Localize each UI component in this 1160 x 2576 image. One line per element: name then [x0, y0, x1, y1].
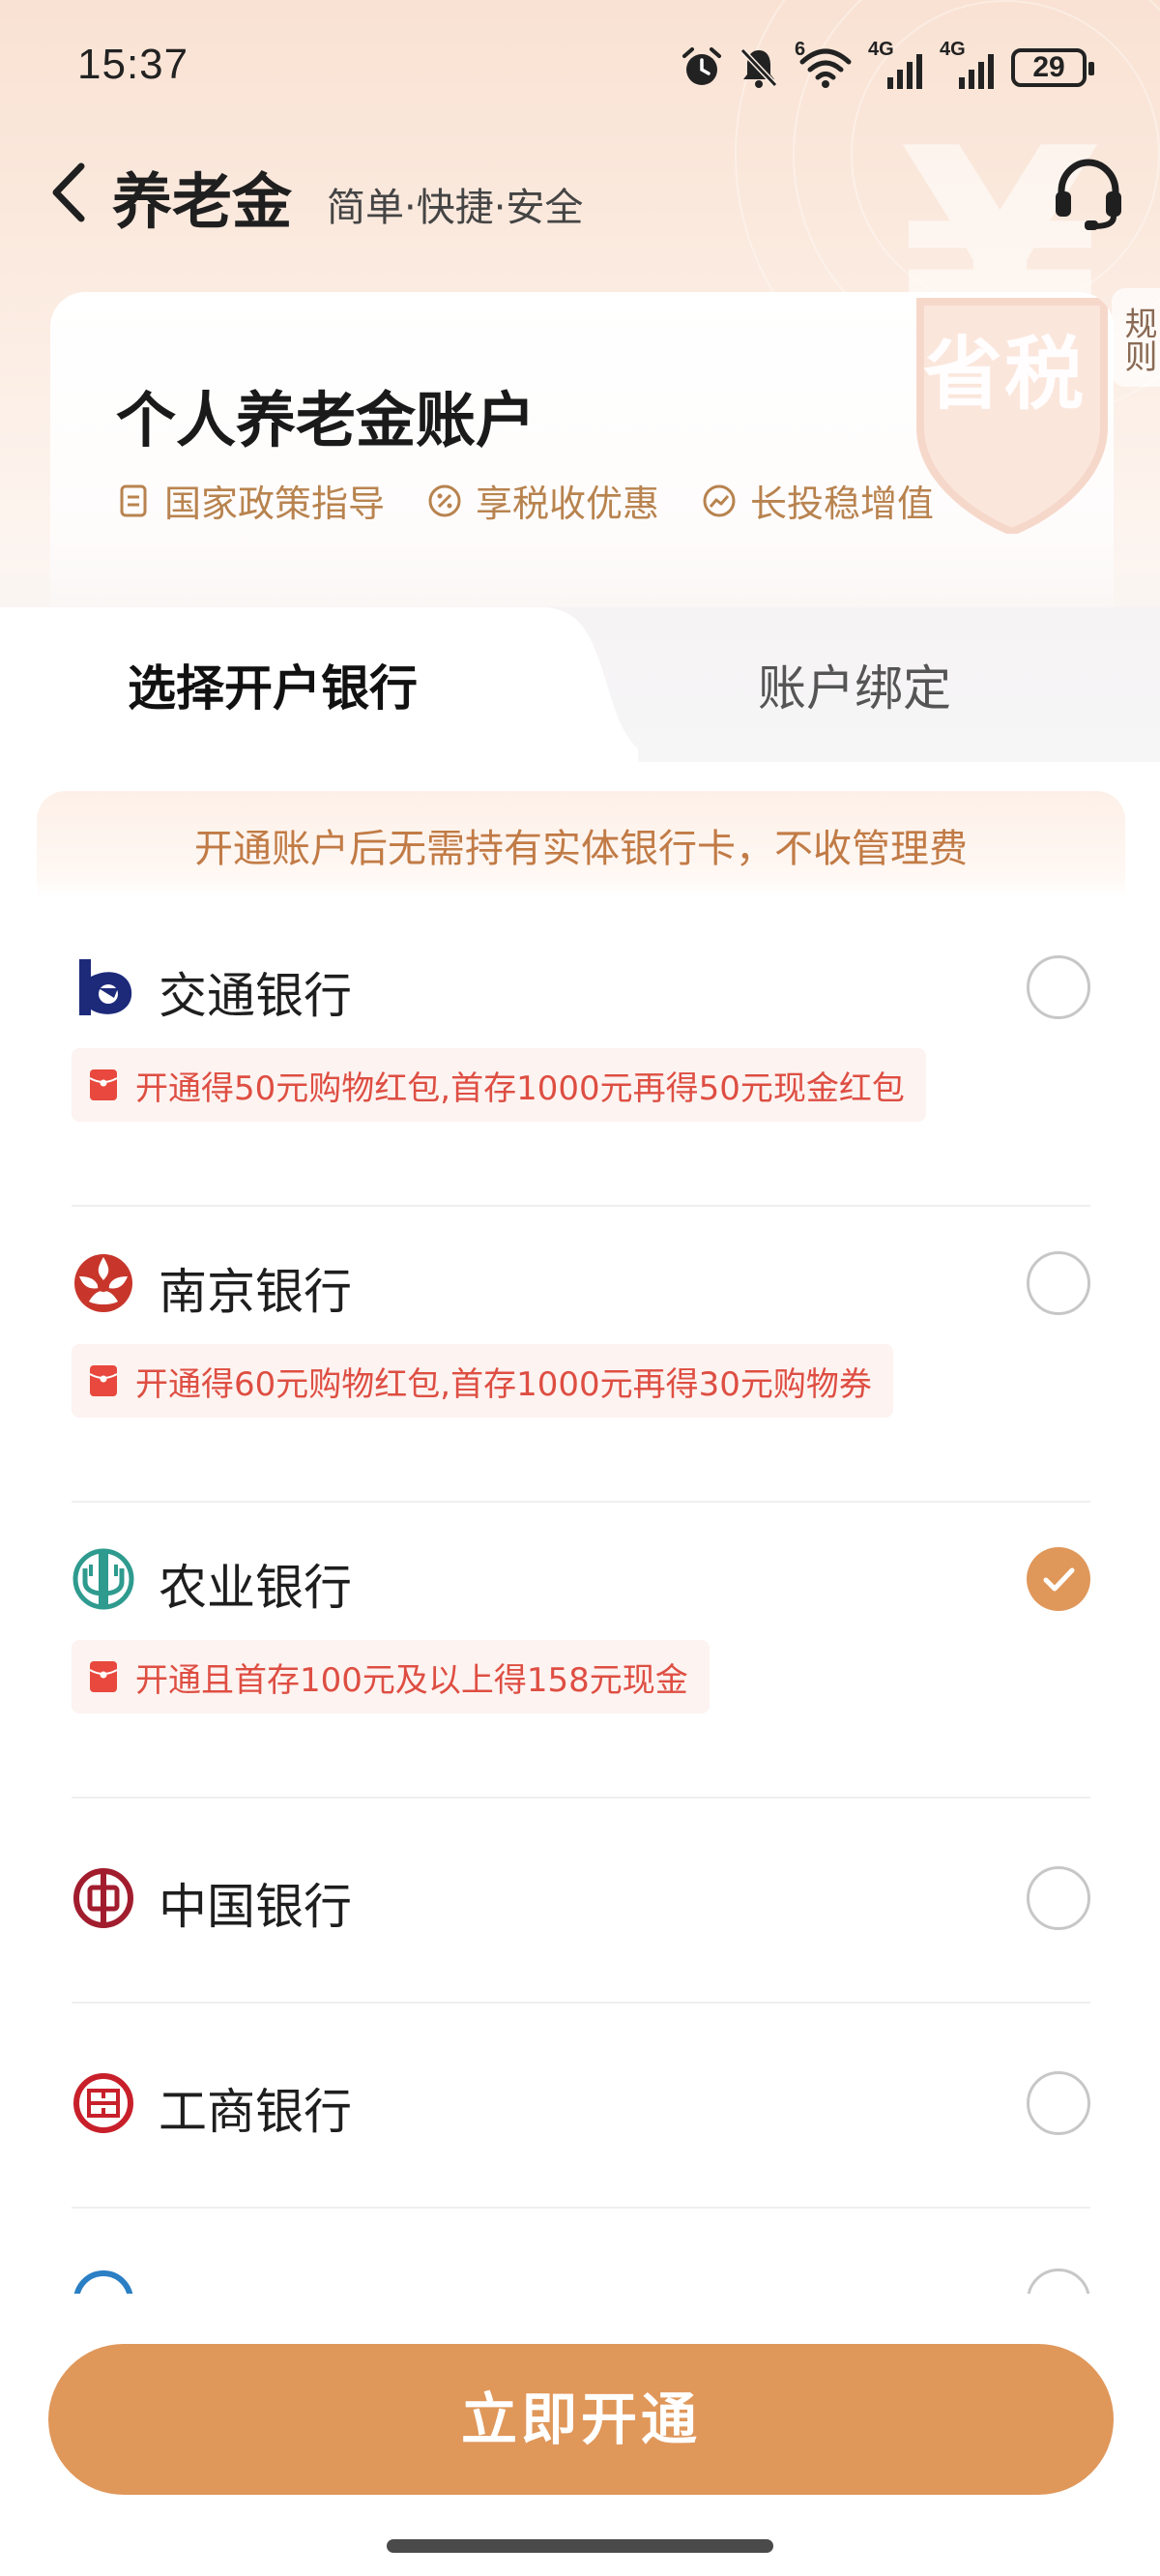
wifi-status: 6 [795, 39, 853, 89]
tab-select-bank[interactable]: 选择开户银行 [128, 650, 418, 719]
percent-icon [428, 484, 461, 516]
bank-logo-abc-icon [72, 1548, 134, 1610]
signal-icon [959, 54, 994, 89]
check-icon [1043, 1567, 1075, 1592]
home-indicator[interactable] [387, 2539, 773, 2553]
feature-label: 享税收优惠 [476, 483, 660, 525]
bank-item-abc[interactable]: 农业银行 开通且首存100元及以上得158元现金 [72, 1503, 1090, 1799]
bank-logo-nanjing-icon [74, 1254, 132, 1312]
promo-text: 开通得60元购物红包,首存1000元再得30元购物券 [135, 1364, 872, 1404]
status-time: 15:37 [77, 41, 189, 88]
rules-tab[interactable]: 规则 [1112, 288, 1160, 387]
document-icon [120, 484, 147, 516]
feature-list: 国家政策指导 享税收优惠 长投稳增值 [116, 474, 934, 527]
bank-item-nanjing[interactable]: 南京银行 开通得60元购物红包,首存1000元再得30元购物券 [72, 1207, 1090, 1503]
feature-tax: 享税收优惠 [427, 474, 659, 527]
bank-name: 工商银行 [159, 2084, 352, 2140]
card-title: 个人养老金账户 [116, 385, 536, 455]
red-envelope-icon [89, 1365, 118, 1396]
promo-tag: 开通且首存100元及以上得158元现金 [72, 1640, 710, 1713]
tab-bar: 选择开户银行 账户绑定 [0, 607, 1160, 762]
pension-account-card: 省税 个人养老金账户 国家政策指导 享税收优惠 长投稳增值 [50, 292, 1114, 640]
bank-logo-boc-icon [73, 1868, 133, 1928]
bank-radio[interactable] [1027, 1866, 1090, 1930]
tax-saving-badge: 省税 [923, 329, 1087, 421]
signal-icon [887, 54, 922, 89]
notice-banner: 开通账户后无需持有实体银行卡，不收管理费 [37, 791, 1125, 897]
bank-name: 交通银行 [159, 968, 352, 1024]
bank-logo-icbc-icon [73, 2073, 133, 2133]
promo-text: 开通得50元购物红包,首存1000元再得50元现金红包 [135, 1068, 905, 1108]
bank-item-icbc[interactable]: 工商银行 [72, 2004, 1090, 2209]
bank-radio[interactable] [1027, 955, 1090, 1019]
growth-icon [703, 484, 736, 516]
bank-name: 农业银行 [159, 1560, 352, 1616]
signal-status-1: 4G [868, 39, 924, 89]
bank-radio[interactable] [1027, 1251, 1090, 1315]
bottom-action-bar: 立即开通 [0, 2294, 1160, 2576]
headset-icon[interactable] [1050, 155, 1127, 232]
promo-tag: 开通得50元购物红包,首存1000元再得50元现金红包 [72, 1048, 926, 1122]
page-title: 养老金 [112, 166, 293, 237]
page-header: 养老金 简单·快捷·安全 [0, 145, 1160, 242]
feature-growth: 长投稳增值 [702, 474, 934, 527]
bank-name: 中国银行 [159, 1879, 352, 1935]
promo-tag: 开通得60元购物红包,首存1000元再得30元购物券 [72, 1344, 893, 1418]
bank-logo-bocom-icon [79, 959, 132, 1015]
feature-policy: 国家政策指导 [116, 474, 385, 527]
red-envelope-icon [89, 1069, 118, 1100]
open-account-button[interactable]: 立即开通 [48, 2344, 1114, 2495]
back-button[interactable] [46, 159, 93, 226]
promo-text: 开通且首存100元及以上得158元现金 [135, 1660, 688, 1700]
bank-radio[interactable] [1027, 2071, 1090, 2135]
status-icons: 6 4G 4G 29 [681, 39, 1094, 89]
feature-label: 长投稳增值 [750, 483, 935, 525]
tab-account-binding[interactable]: 账户绑定 [758, 650, 951, 719]
signal-status-2: 4G [940, 39, 996, 89]
feature-label: 国家政策指导 [164, 483, 386, 525]
red-envelope-icon [89, 1661, 118, 1692]
bank-item-bocom[interactable]: 交通银行 开通得50元购物红包,首存1000元再得50元现金红包 [72, 936, 1090, 1207]
mute-icon [740, 47, 778, 88]
wifi-icon [799, 48, 852, 88]
alarm-icon [682, 47, 721, 85]
bank-list-panel: 开通账户后无需持有实体银行卡，不收管理费 交通银行 开通得50元购物红包,首存1… [37, 791, 1125, 2299]
bank-item-boc[interactable]: 中国银行 [72, 1799, 1090, 2004]
page-subtitle: 简单·快捷·安全 [327, 186, 584, 230]
bank-radio-selected[interactable] [1027, 1547, 1090, 1611]
bank-item-partial[interactable] [72, 2209, 1090, 2299]
bank-name: 南京银行 [159, 1264, 352, 1320]
battery-icon: 29 [1011, 48, 1094, 87]
status-bar: 15:37 6 4G 4G 29 [0, 0, 1160, 135]
